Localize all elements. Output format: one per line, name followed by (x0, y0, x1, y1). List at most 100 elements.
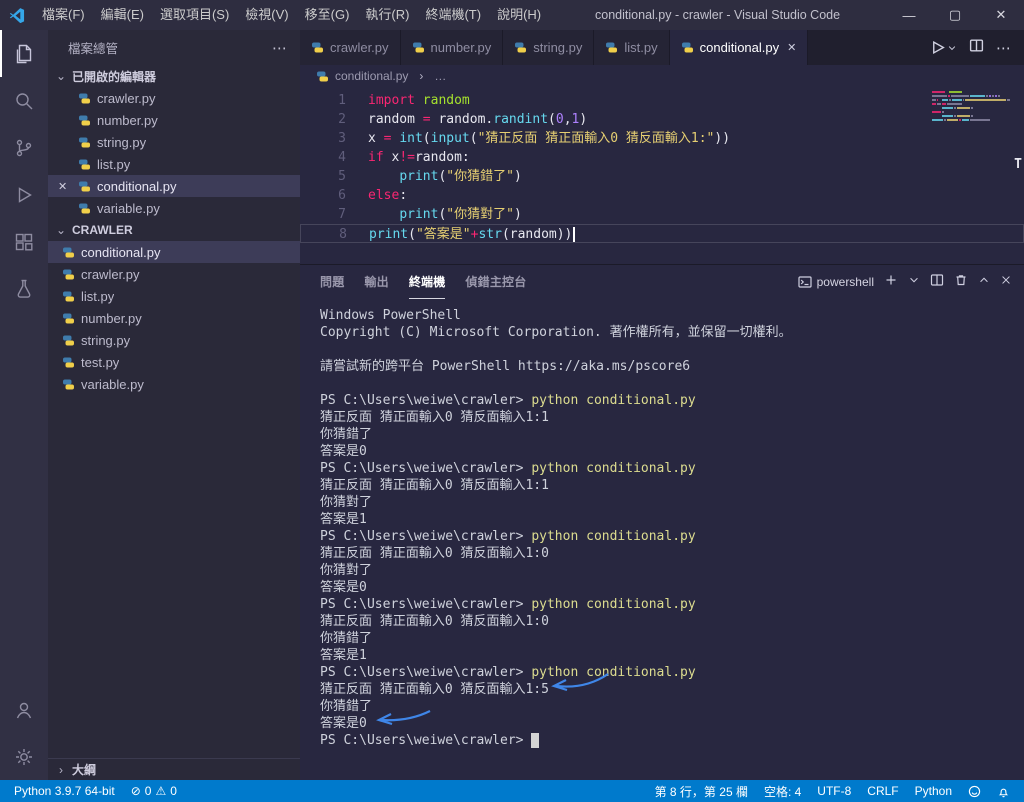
open-editor-item[interactable]: ✕ conditional.py (48, 175, 300, 197)
explorer-icon[interactable] (0, 30, 48, 77)
statusbar-eol[interactable]: CRLF (859, 784, 906, 798)
file-name: conditional.py (97, 178, 177, 194)
terminal-dropdown-icon[interactable] (908, 273, 920, 291)
file-tree-item[interactable]: number.py (48, 307, 300, 329)
menu-item-5[interactable]: 執行(R) (357, 0, 417, 30)
editor-tab[interactable]: crawler.py (300, 30, 401, 65)
menu-item-6[interactable]: 終端機(T) (417, 0, 489, 30)
code-lines: 1 import random 2 random = random.randint(0… (300, 87, 1024, 243)
open-editor-item[interactable]: string.py (48, 131, 300, 153)
statusbar-right: 第 8 行，第 25 欄空格: 4 UTF-8 CRLF Python (647, 783, 1018, 800)
python-file-icon (78, 92, 91, 105)
statusbar-indentation[interactable]: 空格: 4 (756, 783, 809, 800)
file-name: test.py (81, 354, 120, 370)
minimap[interactable] (932, 91, 1010, 123)
menu-item-2[interactable]: 選取項目(S) (152, 0, 237, 30)
split-editor-icon[interactable] (969, 38, 984, 58)
statusbar-encoding[interactable]: UTF-8 (809, 784, 859, 798)
editor-tabbar: crawler.py number.py string.py list.py condi… (300, 30, 1024, 65)
code-line: 2 random = random.randint(0,1) (300, 110, 1024, 129)
open-editor-item[interactable]: variable.py (48, 197, 300, 219)
more-actions-icon[interactable]: ⋯ (996, 39, 1012, 57)
settings-gear-icon[interactable] (0, 733, 48, 780)
python-file-icon (62, 268, 75, 281)
panel-tab-終端機[interactable]: 終端機 (408, 265, 446, 299)
open-editor-item[interactable]: list.py (48, 153, 300, 175)
open-editors-label: 已開啟的編輯器 (72, 69, 157, 84)
minimap-line (932, 119, 1010, 121)
breadcrumb-file[interactable]: conditional.py (335, 69, 408, 83)
new-terminal-icon[interactable] (884, 273, 898, 292)
menu-item-0[interactable]: 檔案(F) (34, 0, 93, 30)
kill-terminal-icon[interactable] (954, 273, 968, 292)
panel-tab-輸出[interactable]: 輸出 (364, 265, 388, 299)
panel-header: 問題 輸出 終端機 偵錯主控台 powershell (300, 265, 1024, 299)
file-tree-item[interactable]: conditional.py (48, 241, 300, 263)
shell-picker[interactable]: powershell (798, 275, 874, 289)
editor-tab[interactable]: list.py (594, 30, 670, 65)
minimap-line (932, 107, 1010, 109)
panel-tabs: 問題 輸出 終端機 偵錯主控台 (320, 265, 526, 299)
close-button[interactable]: ✕ (978, 0, 1024, 30)
run-python-file-button[interactable] (930, 40, 957, 55)
terminal-line: 猜正反面 猜正面輸入0 猜反面輸入1:5 (320, 682, 549, 697)
breadcrumb[interactable]: conditional.py › … (300, 65, 1024, 87)
file-name: variable.py (97, 200, 160, 216)
search-icon[interactable] (0, 77, 48, 124)
menu-item-7[interactable]: 說明(H) (489, 0, 549, 30)
tab-label: conditional.py (699, 40, 780, 55)
chevron-down-icon: ⌄ (55, 223, 67, 237)
panel-tab-問題[interactable]: 問題 (320, 265, 344, 299)
terminal-line: PS C:\Users\weiwe\crawler> python condit… (320, 461, 696, 476)
code-text: import random (368, 93, 470, 108)
code-line: 5 print("你猜錯了") (300, 167, 1024, 186)
file-tree-item[interactable]: list.py (48, 285, 300, 307)
outline-section[interactable]: › 大綱 (48, 758, 300, 780)
menu-item-3[interactable]: 檢視(V) (237, 0, 296, 30)
folder-header[interactable]: ⌄ CRAWLER (48, 219, 300, 241)
maximize-panel-icon[interactable] (978, 273, 990, 291)
notifications-bell-icon[interactable] (989, 785, 1018, 798)
minimize-button[interactable]: — (886, 0, 932, 30)
open-editor-item[interactable]: crawler.py (48, 87, 300, 109)
file-tree-item[interactable]: test.py (48, 351, 300, 373)
python-interpreter-item[interactable]: Python 3.9.7 64-bit (6, 784, 123, 798)
account-icon[interactable] (0, 686, 48, 733)
editor-tab[interactable]: string.py (503, 30, 595, 65)
line-number: 7 (338, 207, 346, 222)
source-control-icon[interactable] (0, 124, 48, 171)
breadcrumb-more[interactable]: … (434, 69, 446, 83)
menu-item-1[interactable]: 編輯(E) (93, 0, 152, 30)
python-file-icon (78, 180, 91, 193)
menu-item-4[interactable]: 移至(G) (297, 0, 358, 30)
file-tree-item[interactable]: variable.py (48, 373, 300, 395)
terminal[interactable]: Windows PowerShell Copyright (C) Microsof… (300, 299, 1024, 780)
editor-tab[interactable]: conditional.py ✕ (669, 30, 809, 65)
run-debug-icon[interactable] (0, 171, 48, 218)
maximize-button[interactable]: ▢ (932, 0, 978, 30)
tab-label: string.py (533, 40, 583, 55)
python-file-icon (78, 202, 91, 215)
file-tree-item[interactable]: crawler.py (48, 263, 300, 285)
extensions-icon[interactable] (0, 218, 48, 265)
problems-item[interactable]: ⊘ 0 ⚠ 0 (123, 784, 185, 798)
testing-icon[interactable] (0, 265, 48, 312)
statusbar-language[interactable]: Python (907, 784, 960, 798)
statusbar-cursor-position[interactable]: 第 8 行，第 25 欄 (647, 783, 756, 800)
close-panel-icon[interactable] (1000, 273, 1012, 291)
views-more-icon[interactable]: ⋯ (272, 39, 288, 57)
split-terminal-icon[interactable] (930, 273, 944, 292)
close-icon[interactable]: ✕ (787, 41, 796, 54)
code-line: 6 else: (300, 186, 1024, 205)
open-editor-item[interactable]: number.py (48, 109, 300, 131)
panel-tab-偵錯主控台[interactable]: 偵錯主控台 (465, 265, 526, 299)
minimap-line (932, 103, 1010, 105)
close-icon[interactable]: ✕ (58, 180, 67, 193)
code-editor[interactable]: 1 import random 2 random = random.randint(0… (300, 87, 1024, 264)
vscode-logo-icon (0, 7, 34, 23)
editor-tab[interactable]: number.py (400, 30, 504, 65)
feedback-icon[interactable] (960, 785, 989, 798)
file-tree-item[interactable]: string.py (48, 329, 300, 351)
open-editors-header[interactable]: ⌄ 已開啟的編輯器 (48, 65, 300, 87)
code-line: 7 print("你猜對了") (300, 205, 1024, 224)
